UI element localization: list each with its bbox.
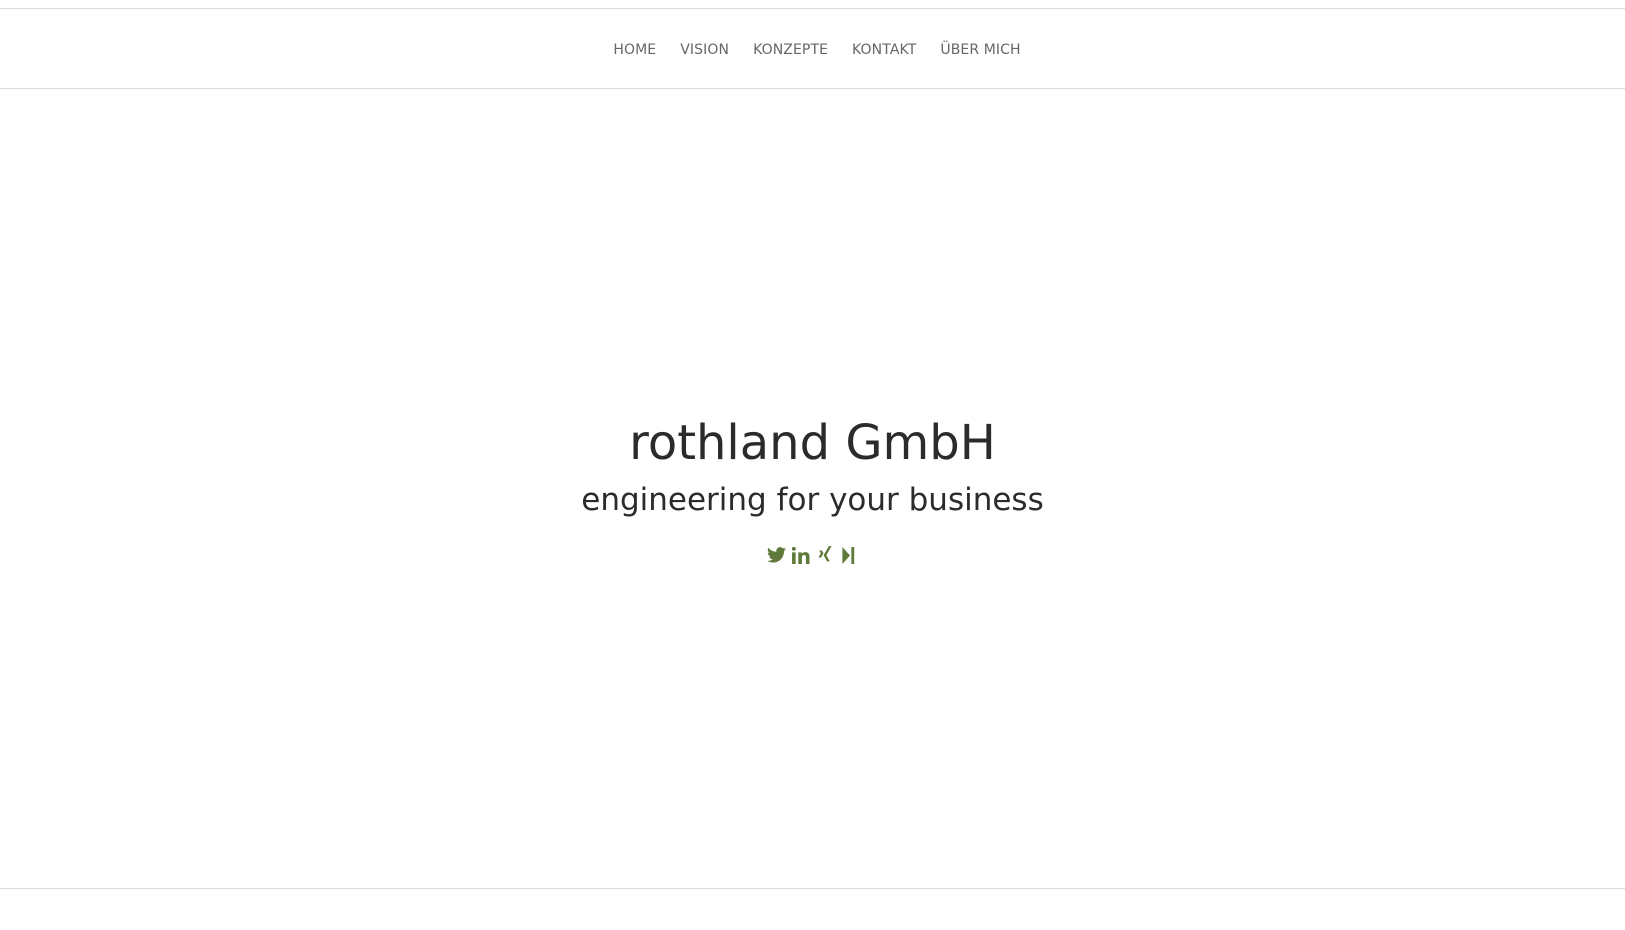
main-navigation: HOME VISION KONZEPTE KONTAKT ÜBER MICH [0, 9, 1625, 89]
medium-link[interactable] [839, 544, 859, 566]
site-tagline: engineering for your business [581, 482, 1044, 518]
twitter-icon [767, 547, 786, 563]
xing-link[interactable] [815, 544, 835, 566]
xing-icon [817, 546, 833, 564]
nav-item-ueber-mich[interactable]: ÜBER MICH [940, 42, 1020, 58]
nav-item-home[interactable]: HOME [613, 42, 656, 58]
linkedin-link[interactable] [791, 544, 811, 566]
hero-section: rothland GmbH engineering for your busin… [0, 89, 1625, 889]
site-title: rothland GmbH [629, 415, 996, 471]
nav-item-vision[interactable]: VISION [680, 42, 729, 58]
nav-list: HOME VISION KONZEPTE KONTAKT ÜBER MICH [604, 39, 1020, 58]
linkedin-icon [791, 546, 810, 564]
twitter-link[interactable] [767, 544, 787, 566]
nav-item-konzepte[interactable]: KONZEPTE [753, 42, 828, 58]
medium-icon [841, 546, 856, 564]
nav-item-kontakt[interactable]: KONTAKT [852, 42, 916, 58]
social-links [0, 544, 1625, 566]
